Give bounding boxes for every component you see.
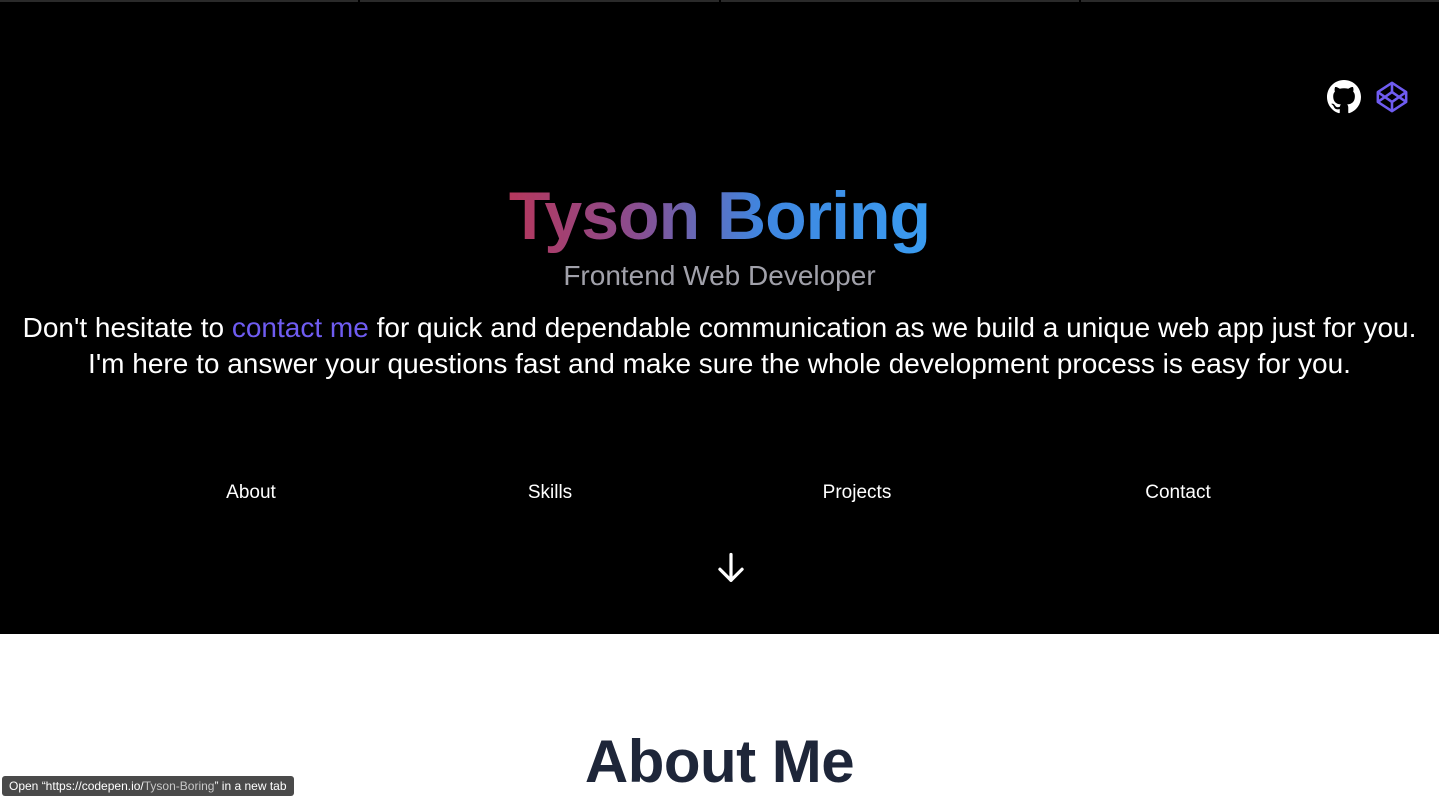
hero-name: Tyson Boring xyxy=(0,172,1439,260)
hero-intro: Don't hesitate to contact me for quick a… xyxy=(14,310,1425,382)
status-path: Tyson-Boring xyxy=(143,779,215,793)
hero-name-text: Tyson Boring xyxy=(508,178,931,254)
hero-subtitle: Frontend Web Developer xyxy=(563,260,876,291)
nav-skills[interactable]: Skills xyxy=(528,480,572,506)
github-link[interactable] xyxy=(1327,80,1361,114)
link-status-tooltip: Open “https://codepen.io/Tyson-Boring” i… xyxy=(2,776,294,796)
scroll-down-button[interactable] xyxy=(716,552,746,584)
arrow-down-icon xyxy=(716,552,746,584)
contact-me-link[interactable]: contact me xyxy=(232,312,369,343)
intro-text-before: Don't hesitate to xyxy=(22,312,232,343)
github-icon xyxy=(1327,80,1361,114)
nav-projects[interactable]: Projects xyxy=(823,480,892,506)
hero-section: Tyson Boring Frontend Web Developer Don'… xyxy=(0,0,1439,634)
codepen-link[interactable] xyxy=(1375,80,1409,114)
social-links xyxy=(1327,80,1409,114)
nav-contact[interactable]: Contact xyxy=(1145,480,1210,506)
top-progress-lines xyxy=(0,0,1439,3)
main-nav: About Skills Projects Contact xyxy=(0,480,1439,506)
nav-about[interactable]: About xyxy=(226,480,276,506)
status-prefix: Open “https://codepen.io/ xyxy=(9,779,144,793)
codepen-icon xyxy=(1375,80,1409,114)
status-suffix: ” in a new tab xyxy=(214,779,287,793)
